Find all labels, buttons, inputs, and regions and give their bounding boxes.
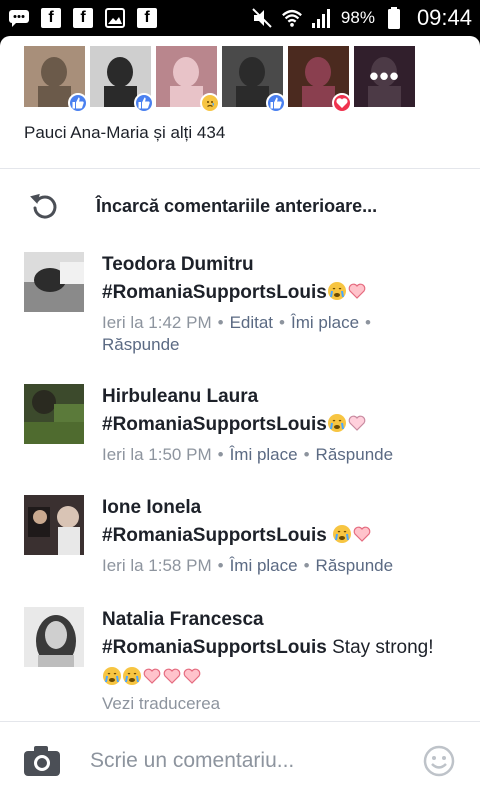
battery-percent: 98% [340, 8, 375, 27]
crying-face-icon [122, 666, 142, 686]
reply-button[interactable]: Răspunde [102, 335, 180, 354]
clock: 09:44 [416, 5, 472, 30]
mute-icon [251, 7, 273, 29]
hashtag-link[interactable]: #RomaniaSupportsLouis [102, 637, 327, 658]
comment-meta: Ieri la 1:58 PM • Îmi place • Răspunde [102, 556, 394, 575]
facebook-icon: f [136, 7, 158, 29]
facebook-icon: f [40, 7, 62, 29]
heart-icon [182, 666, 202, 686]
comment-meta: Ieri la 1:50 PM • Îmi place • Răspunde [102, 445, 394, 464]
reactor-avatar[interactable] [222, 46, 286, 113]
facebook-icon: f [72, 7, 94, 29]
reply-button[interactable]: Răspunde [316, 556, 394, 575]
like-reaction-icon [266, 93, 286, 113]
crying-face-icon [102, 666, 122, 686]
comment-author[interactable]: Hirbuleanu Laura [102, 384, 464, 410]
comment-text: #RomaniaSupportsLouis [102, 278, 464, 308]
heart-icon [352, 524, 372, 544]
comment-body: Stay strong! [326, 637, 434, 658]
see-translation-link[interactable]: Vezi traducerea [102, 694, 220, 713]
comment-meta: Vezi traducerea [102, 693, 464, 715]
sad-reaction-icon [200, 93, 220, 113]
crying-face-icon [327, 281, 347, 301]
divider [0, 168, 480, 169]
reactors-row[interactable]: ••• [24, 46, 415, 113]
like-button[interactable]: Îmi place [230, 556, 298, 575]
reactor-avatar[interactable] [90, 46, 154, 113]
more-reactors-icon: ••• [354, 46, 415, 107]
avatar[interactable] [24, 495, 84, 555]
like-reaction-icon [134, 93, 154, 113]
reactions-summary[interactable]: Pauci Ana-Maria și alți 434 [24, 123, 225, 143]
avatar[interactable] [24, 384, 84, 444]
reactor-avatar[interactable]: ••• [354, 46, 415, 107]
love-reaction-icon [332, 93, 352, 113]
reactor-avatar[interactable] [156, 46, 220, 113]
edited-label[interactable]: Editat [230, 313, 273, 332]
comment-timestamp[interactable]: Ieri la 1:58 PM [102, 556, 212, 575]
heart-icon [347, 413, 367, 433]
battery-icon [383, 7, 405, 29]
reactor-avatar[interactable] [24, 46, 88, 113]
comment-author[interactable]: Natalia Francesca [102, 607, 464, 633]
reload-icon [24, 186, 64, 226]
wifi-icon [281, 7, 303, 29]
signal-icon [311, 7, 333, 29]
crying-face-icon [327, 413, 347, 433]
avatar[interactable] [24, 252, 84, 312]
comment-text: #RomaniaSupportsLouis [102, 410, 464, 440]
hashtag-link[interactable]: #RomaniaSupportsLouis [102, 414, 327, 435]
comments-sheet: ••• Pauci Ana-Maria și alți 434 Încarcă … [0, 36, 480, 800]
heart-icon [347, 281, 367, 301]
like-button[interactable]: Îmi place [291, 313, 359, 332]
comment-text: #RomaniaSupportsLouis [102, 521, 464, 551]
load-previous-label: Încarcă comentariile anterioare... [96, 195, 378, 216]
comment-text: #RomaniaSupportsLouis Stay strong! [102, 633, 464, 693]
hashtag-link[interactable]: #RomaniaSupportsLouis [102, 282, 327, 303]
comment-author[interactable]: Ione Ionela [102, 495, 464, 521]
load-previous-comments-button[interactable]: Încarcă comentariile anterioare... [24, 186, 464, 226]
heart-icon [162, 666, 182, 686]
emoji-picker-icon[interactable] [422, 744, 456, 778]
like-reaction-icon [68, 93, 88, 113]
comment-meta: Ieri la 1:42 PM • Editat • Îmi place • Răspund… [102, 313, 371, 354]
reply-button[interactable]: Răspunde [316, 445, 394, 464]
heart-icon [142, 666, 162, 686]
comment-timestamp[interactable]: Ieri la 1:42 PM [102, 313, 212, 332]
gallery-icon [104, 7, 126, 29]
comment-timestamp[interactable]: Ieri la 1:50 PM [102, 445, 212, 464]
comment-author[interactable]: Teodora Dumitru [102, 252, 464, 278]
reactor-avatar[interactable] [288, 46, 352, 113]
hashtag-link[interactable]: #RomaniaSupportsLouis [102, 525, 327, 546]
comment-composer [0, 721, 480, 800]
like-button[interactable]: Îmi place [230, 445, 298, 464]
message-icon [8, 7, 30, 29]
status-bar: f f f 98% 09:44 [0, 0, 480, 36]
avatar[interactable] [24, 607, 84, 667]
crying-face-icon [332, 524, 352, 544]
comment-input[interactable] [90, 744, 390, 778]
camera-icon[interactable] [22, 744, 62, 778]
